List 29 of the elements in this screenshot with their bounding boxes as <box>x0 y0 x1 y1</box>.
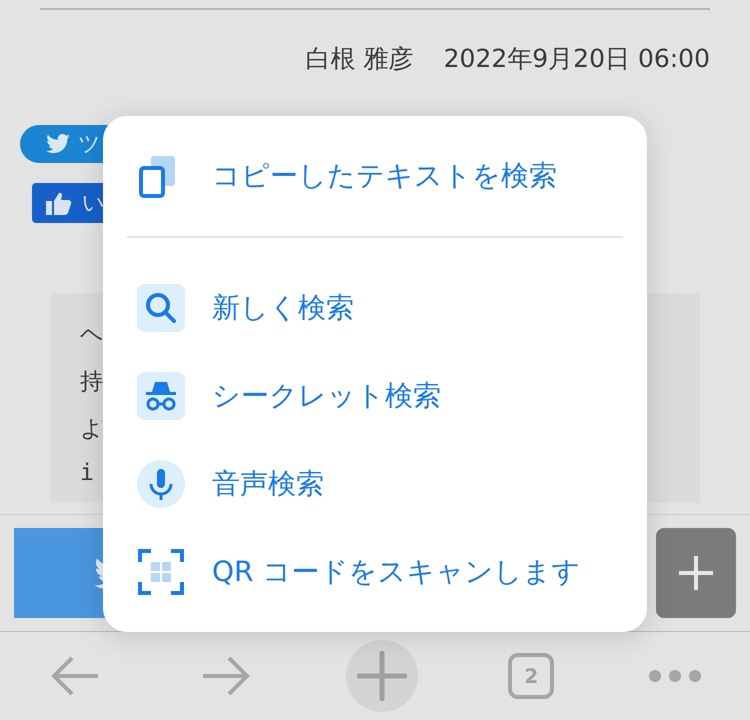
menu-item-label: 音声検索 <box>212 466 324 502</box>
add-button[interactable] <box>656 528 736 618</box>
tweet-label: ツ <box>78 131 101 159</box>
author-name: 白根 雅彦 <box>306 43 414 75</box>
thumbs-up-icon <box>46 191 72 215</box>
menu-item[interactable]: 新しく検索 <box>103 264 647 352</box>
search-icon <box>137 284 185 332</box>
qr-scan-icon <box>137 548 185 596</box>
code-text: よ <box>80 415 104 442</box>
microphone-icon <box>137 460 185 508</box>
bird-icon <box>46 134 70 154</box>
forward-arrow-icon <box>200 655 251 697</box>
post-date: 2022年9月20日 06:00 <box>444 43 710 75</box>
more-dots-icon <box>648 669 702 683</box>
back-arrow-icon <box>50 655 100 697</box>
incognito-icon <box>137 372 185 420</box>
code-text: i <box>80 460 94 488</box>
plus-icon <box>356 651 407 701</box>
menu-item[interactable]: シークレット検索 <box>103 352 647 440</box>
code-text: ヘ <box>80 321 104 348</box>
menu-item-label: コピーしたテキストを検索 <box>212 158 557 194</box>
menu-item-label: シークレット検索 <box>212 378 441 414</box>
menu-item-label: 新しく検索 <box>212 290 354 326</box>
plus-icon <box>679 556 713 590</box>
menu-item-label: QR コードをスキャンします <box>212 554 580 590</box>
code-text: 持 <box>80 368 103 395</box>
menu-item[interactable]: 音声検索 <box>103 440 647 528</box>
menu-item[interactable]: QR コードをスキャンします <box>103 528 647 616</box>
like-label: い <box>82 190 105 218</box>
